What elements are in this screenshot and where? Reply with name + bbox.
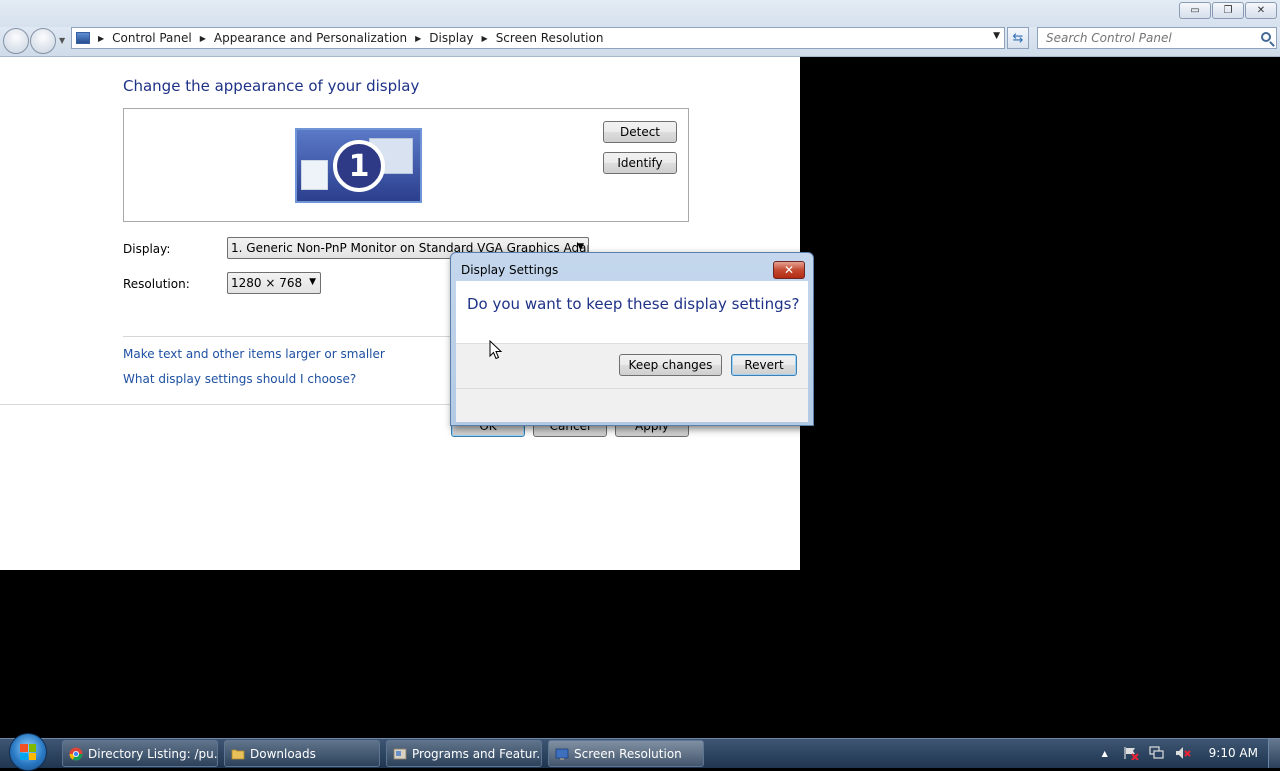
taskbar-item-label: Directory Listing: /pu... — [88, 746, 218, 761]
address-dropdown-icon[interactable]: ▼ — [993, 31, 1000, 41]
breadcrumb-arrow-icon[interactable]: ▶ — [98, 34, 104, 43]
display-settings-dialog: Display Settings ✕ Do you want to keep t… — [450, 252, 814, 426]
close-window-button[interactable]: ✕ — [1245, 2, 1277, 19]
window-controls: ▭ ❐ ✕ — [1179, 2, 1277, 19]
resolution-label: Resolution: — [123, 277, 190, 291]
dialog-close-button[interactable]: ✕ — [773, 261, 805, 279]
navigation-bar: ▼ ▶ Control Panel ▶ Appearance and Perso… — [0, 27, 1280, 57]
window-title-bar: ▭ ❐ ✕ — [0, 0, 1280, 27]
resolution-select-value: 1280 × 768 — [231, 276, 303, 290]
chevron-down-icon: ▼ — [577, 242, 584, 252]
taskbar-item-programs[interactable]: Programs and Featur... — [386, 740, 542, 767]
breadcrumb-arrow-icon[interactable]: ▶ — [482, 34, 488, 43]
taskbar-item-label: Screen Resolution — [574, 746, 682, 761]
show-desktop-button[interactable] — [1268, 739, 1280, 768]
restore-button[interactable]: ❐ — [1212, 2, 1244, 19]
back-button[interactable] — [3, 28, 29, 54]
system-tray: ▲ 9:10 AM — [1097, 739, 1280, 767]
keep-changes-button[interactable]: Keep changes — [619, 354, 722, 376]
monitor-window-graphic — [301, 160, 328, 190]
network-icon[interactable] — [1149, 746, 1165, 760]
dialog-body: Do you want to keep these display settin… — [456, 281, 808, 422]
forward-button[interactable] — [30, 28, 56, 54]
taskbar-item-label: Downloads — [250, 746, 316, 761]
programs-icon — [393, 748, 407, 759]
control-panel-icon — [76, 32, 90, 44]
breadcrumb-display[interactable]: Display — [429, 31, 473, 45]
breadcrumb-screen-resolution[interactable]: Screen Resolution — [496, 31, 604, 45]
breadcrumb-arrow-icon[interactable]: ▶ — [415, 34, 421, 43]
refresh-icon: ⇆ — [1012, 30, 1024, 46]
taskbar-clock[interactable]: 9:10 AM — [1209, 746, 1258, 760]
windows-logo-icon — [20, 744, 36, 760]
detect-button[interactable]: Detect — [603, 121, 677, 143]
taskbar-item-label: Programs and Featur... — [412, 746, 542, 761]
volume-muted-icon[interactable] — [1175, 746, 1191, 760]
page-title: Change the appearance of your display — [123, 77, 420, 95]
display-preview-area: 1 Detect Identify — [123, 108, 689, 222]
link-text-size[interactable]: Make text and other items larger or smal… — [123, 347, 385, 361]
link-display-settings-help[interactable]: What display settings should I choose? — [123, 372, 356, 386]
start-button[interactable] — [9, 733, 47, 771]
monitor-1-icon[interactable]: 1 — [295, 128, 422, 203]
dialog-status-area — [456, 388, 808, 422]
resolution-select[interactable]: 1280 × 768 ▼ — [227, 272, 321, 294]
dialog-question: Do you want to keep these display settin… — [467, 295, 800, 313]
breadcrumb-appearance[interactable]: Appearance and Personalization — [214, 31, 407, 45]
search-icon[interactable] — [1261, 32, 1271, 42]
display-label: Display: — [123, 242, 171, 256]
breadcrumb-arrow-icon[interactable]: ▶ — [200, 34, 206, 43]
address-bar[interactable]: ▶ Control Panel ▶ Appearance and Persona… — [71, 27, 1005, 49]
taskbar-item-chrome[interactable]: Directory Listing: /pu... — [62, 740, 218, 767]
search-input[interactable] — [1046, 31, 1251, 45]
action-center-flag-icon[interactable] — [1123, 746, 1139, 760]
taskbar: Directory Listing: /pu... Downloads Prog… — [0, 733, 1280, 771]
refresh-button[interactable]: ⇆ — [1007, 27, 1029, 49]
breadcrumb-control-panel[interactable]: Control Panel — [112, 31, 192, 45]
revert-button[interactable]: Revert — [731, 354, 797, 376]
folder-icon — [231, 749, 245, 759]
dialog-title: Display Settings — [461, 263, 559, 277]
recent-pages-dropdown-icon[interactable]: ▼ — [59, 36, 65, 45]
control-panel-icon — [555, 748, 569, 760]
identify-button[interactable]: Identify — [603, 152, 677, 174]
taskbar-item-screen-resolution[interactable]: Screen Resolution — [548, 740, 704, 767]
chevron-down-icon: ▼ — [309, 277, 316, 287]
minimize-button[interactable]: ▭ — [1179, 2, 1211, 19]
monitor-number: 1 — [333, 140, 385, 192]
search-box[interactable] — [1037, 27, 1277, 49]
show-hidden-icons-button[interactable]: ▲ — [1097, 746, 1113, 760]
taskbar-item-downloads[interactable]: Downloads — [224, 740, 380, 767]
chrome-icon — [69, 747, 83, 760]
dialog-footer: Keep changes Revert — [456, 343, 808, 422]
